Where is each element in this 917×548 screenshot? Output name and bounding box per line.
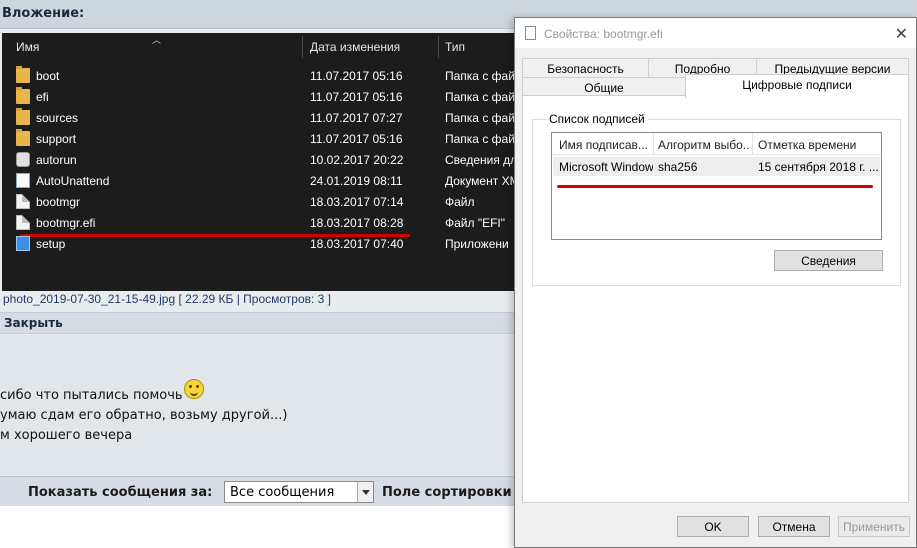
message-line: умаю сдам его обратно, возьму другой...) [0,408,288,423]
file-name: boot [36,69,60,83]
file-type: Документ XM [445,174,517,188]
folder-icon [16,129,30,146]
file-row: sources 11.07.2017 07:27 Папка с фай [2,108,517,129]
show-messages-select[interactable]: Все сообщения [224,481,374,503]
smiley-icon [184,379,204,399]
file-date: 24.01.2019 08:11 [310,174,403,188]
signature-row[interactable]: Microsoft Windows sha256 15 сентября 201… [553,157,880,176]
dialog-title: Свойства: bootmgr.efi [544,27,663,41]
file-icon [16,194,30,209]
column-timestamp[interactable]: Отметка времени [758,138,878,152]
explorer-screenshot: ︿ Имя Дата изменения Тип boot 11.07.2017… [2,33,517,291]
message-line: сибо что пытались помочь [0,388,183,403]
column-digest-algorithm[interactable]: Алгоритм выбо... [658,138,750,152]
tab-digital-signatures[interactable]: Цифровые подписи [685,74,909,98]
file-name: autorun [36,153,77,167]
file-row: autorun 10.02.2017 20:22 Сведения дл [2,150,517,171]
xml-file-icon [16,173,30,188]
file-type: Папка с фай [445,132,515,146]
column-name: Имя [16,40,40,54]
column-separator [438,36,439,58]
apply-button[interactable]: Применить [838,516,910,537]
file-type: Приложени [445,237,509,251]
file-type: Папка с фай [445,69,515,83]
sort-field-label: Поле сортировки [382,485,512,500]
tab-security[interactable]: Безопасность [522,58,649,78]
sort-ascending-icon: ︿ [152,35,162,45]
signature-list-label: Список подписей [546,112,648,126]
file-name: sources [36,111,79,125]
timestamp: 15 сентября 2018 г. ... [758,160,879,174]
select-value: Все сообщения [230,485,335,500]
file-name: setup [36,237,66,251]
digest-algorithm: sha256 [658,160,698,174]
folder-icon [16,66,30,83]
file-row: setup 18.03.2017 07:40 Приложени [2,234,517,255]
file-date: 11.07.2017 05:16 [310,69,403,83]
file-date: 11.07.2017 05:16 [310,90,403,104]
column-separator [653,133,654,155]
file-type: Сведения дл [445,153,517,167]
properties-dialog: Свойства: bootmgr.efi ✕ Безопасность Под… [514,17,917,548]
ok-button[interactable]: OK [677,516,749,537]
file-row: AutoUnattend 24.01.2019 08:11 Документ X… [2,171,517,192]
file-type: Папка с фай [445,111,515,125]
column-date: Дата изменения [310,40,401,54]
file-row: boot 11.07.2017 05:16 Папка с фай [2,66,517,87]
setup-icon [16,236,30,251]
file-type: Папка с фай [445,90,515,104]
tab-general[interactable]: Общие [522,77,686,97]
column-signer-name[interactable]: Имя подписав... [559,138,651,152]
file-name: support [36,132,77,146]
file-row: support 11.07.2017 05:16 Папка с фай [2,129,517,150]
column-type: Тип [445,40,466,54]
file-type: Файл [445,195,475,209]
file-date: 11.07.2017 07:27 [310,111,403,125]
file-date: 10.02.2017 20:22 [310,153,404,167]
file-icon [16,215,30,230]
details-button[interactable]: Сведения [774,250,883,271]
file-date: 18.03.2017 07:14 [310,195,404,209]
message-line: м хорошего вечера [0,428,133,443]
file-date: 18.03.2017 08:28 [310,216,404,230]
file-row: efi 11.07.2017 05:16 Папка с фай [2,87,517,108]
file-name: bootmgr [36,195,81,209]
explorer-column-header: ︿ Имя Дата изменения Тип [2,33,517,61]
folder-icon [16,108,30,125]
file-date: 11.07.2017 05:16 [310,132,403,146]
file-date: 18.03.2017 07:40 [310,237,404,251]
show-messages-label: Показать сообщения за: [28,485,213,500]
settings-file-icon [16,152,30,167]
dialog-titlebar[interactable]: Свойства: bootmgr.efi ✕ [515,18,916,48]
file-row: bootmgr.efi 18.03.2017 08:28 Файл "EFI" [2,213,517,234]
file-name: efi [36,90,49,104]
highlight-underline [557,185,873,188]
cancel-button[interactable]: Отмена [758,516,830,537]
signature-list-header: Имя подписав... Алгоритм выбо... Отметка… [552,133,881,155]
file-name: bootmgr.efi [36,216,96,230]
file-row: bootmgr 18.03.2017 07:14 Файл [2,192,517,213]
folder-icon [16,87,30,104]
file-name: AutoUnattend [36,174,110,188]
attachment-header-label: Вложение: [2,6,85,21]
signer-name: Microsoft Windows [559,160,653,174]
file-icon [525,26,536,40]
attachment-caption[interactable]: photo_2019-07-30_21-15-49.jpg [ 22.29 КБ… [3,292,331,306]
chevron-down-icon[interactable] [357,482,373,502]
file-type: Файл "EFI" [445,216,506,230]
close-link[interactable]: Закрыть [4,316,63,330]
column-separator [752,133,753,155]
column-separator [302,36,303,58]
close-icon[interactable]: ✕ [895,24,908,44]
